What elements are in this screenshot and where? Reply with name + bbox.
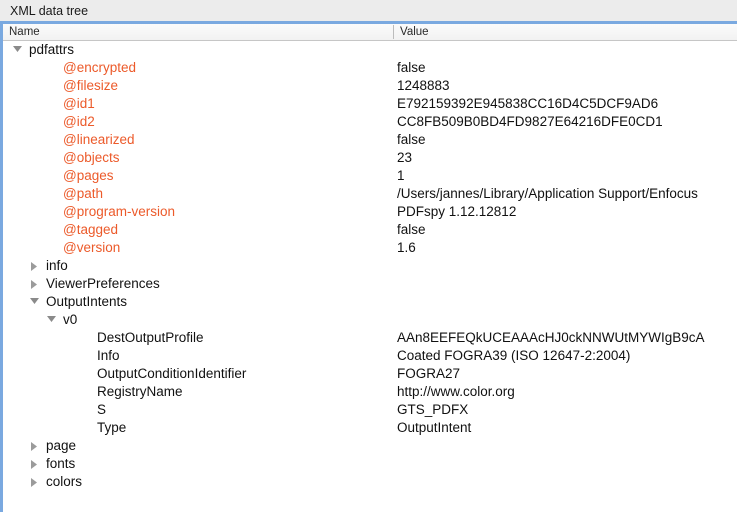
tree-row[interactable]: Info Coated FOGRA39 (ISO 12647-2:2004) [3,347,737,365]
tree-row[interactable]: @objects 23 [3,149,737,167]
tree-column-header: Name Value [3,24,737,41]
column-header-name[interactable]: Name [9,24,40,40]
tree-node-value: CC8FB509B0BD4FD9827E64216DFE0CD1 [397,114,663,129]
column-header-value[interactable]: Value [400,24,429,40]
tree-node-element-name: v0 [63,312,78,327]
tree-node-attribute-name: @linearized [63,132,135,147]
tree-row[interactable]: @tagged false [3,221,737,239]
tree-row[interactable]: @pages 1 [3,167,737,185]
tree-row[interactable]: ViewerPreferences [3,275,737,293]
tree-row[interactable]: @id2 CC8FB509B0BD4FD9827E64216DFE0CD1 [3,113,737,131]
tree-node-attribute-name: @filesize [63,78,118,93]
tree-node-element-name: S [97,402,107,417]
tree-node-element-name: Type [97,420,127,435]
tree-node-value: GTS_PDFX [397,402,469,417]
chevron-right-icon[interactable] [28,437,40,455]
tree-node-element-name: Info [97,348,120,363]
tree-rows-container: pdfattrs @encrypted false @filesize 1248883 @… [3,41,737,511]
tree-row[interactable]: v0 [3,311,737,329]
chevron-right-icon[interactable] [28,275,40,293]
tree-row[interactable]: @encrypted false [3,59,737,77]
tree-node-element-name: fonts [46,456,76,471]
chevron-down-icon[interactable] [11,41,23,59]
tree-node-attribute-name: @version [63,240,121,255]
tree-row[interactable]: @version 1.6 [3,239,737,257]
tree-node-element-name: ViewerPreferences [46,276,160,291]
tree-node-attribute-name: @path [63,186,103,201]
chevron-down-icon[interactable] [28,293,40,311]
tree-node-value: OutputIntent [397,420,472,435]
tree-node-attribute-name: @program-version [63,204,175,219]
tree-row[interactable]: OutputIntents [3,293,737,311]
tree-node-attribute-name: @id2 [63,114,95,129]
tree-row[interactable]: @id1 E792159392E945838CC16D4C5DCF9AD6 [3,95,737,113]
tree-row[interactable]: DestOutputProfile AAn8EEFEQkUCEAAAcHJ0ckN… [3,329,737,347]
tree-node-value: false [397,222,426,237]
tree-node-attribute-name: @tagged [63,222,118,237]
tree-node-value: PDFspy 1.12.12812 [397,204,517,219]
tree-node-element-name: page [46,438,77,453]
tree-row[interactable]: colors [3,473,737,491]
tree-node-element-name: info [46,258,68,273]
tree-node-element-name: RegistryName [97,384,183,399]
tree-node-element-name: pdfattrs [29,42,75,57]
tree-node-value: 23 [397,150,413,165]
tree-node-value: 1.6 [397,240,416,255]
tree-row[interactable]: @filesize 1248883 [3,77,737,95]
tree-row[interactable]: pdfattrs [3,41,737,59]
tree-node-value: FOGRA27 [397,366,461,381]
page-title: XML data tree [10,4,89,18]
tree-row[interactable]: @linearized false [3,131,737,149]
tree-node-value: http://www.color.org [397,384,515,399]
tree-node-attribute-name: @encrypted [63,60,136,75]
tree-node-attribute-name: @id1 [63,96,95,111]
chevron-right-icon[interactable] [28,455,40,473]
tree-node-element-name: OutputIntents [46,294,128,309]
chevron-down-icon[interactable] [45,311,57,329]
tree-row[interactable]: OutputConditionIdentifier FOGRA27 [3,365,737,383]
tree-node-attribute-name: @objects [63,150,120,165]
tree-row[interactable]: page [3,437,737,455]
tree-row[interactable]: @path/Users/jannes/Library/Application S… [3,185,737,203]
tree-node-value: false [397,132,426,147]
tree-row[interactable]: Type OutputIntent [3,419,737,437]
tree-node-value: E792159392E945838CC16D4C5DCF9AD6 [397,96,659,111]
tree-node-element-name: colors [46,474,83,489]
tree-node-value: /Users/jannes/Library/Application Suppor… [397,186,698,201]
tree-node-element-name: DestOutputProfile [97,330,204,345]
chevron-right-icon[interactable] [28,473,40,491]
column-divider[interactable] [393,25,394,39]
tree-node-attribute-name: @pages [63,168,114,183]
xml-data-tree[interactable]: Name Value pdfattrs @encrypted false @files… [0,21,737,512]
tree-row[interactable]: info [3,257,737,275]
chevron-right-icon[interactable] [28,257,40,275]
tree-node-element-name: OutputConditionIdentifier [97,366,247,381]
tree-row[interactable]: RegistryName http://www.color.org [3,383,737,401]
tree-node-value: Coated FOGRA39 (ISO 12647-2:2004) [397,348,631,363]
tree-row[interactable]: fonts [3,455,737,473]
tree-node-value: false [397,60,426,75]
tree-node-value: AAn8EEFEQkUCEAAAcHJ0ckNNWUtMYWIgB9cA [397,330,705,345]
tree-node-value: 1248883 [397,78,450,93]
tree-row[interactable]: @program-version PDFspy 1.12.12812 [3,203,737,221]
tree-row[interactable]: S GTS_PDFX [3,401,737,419]
tree-node-value: 1 [397,168,405,183]
